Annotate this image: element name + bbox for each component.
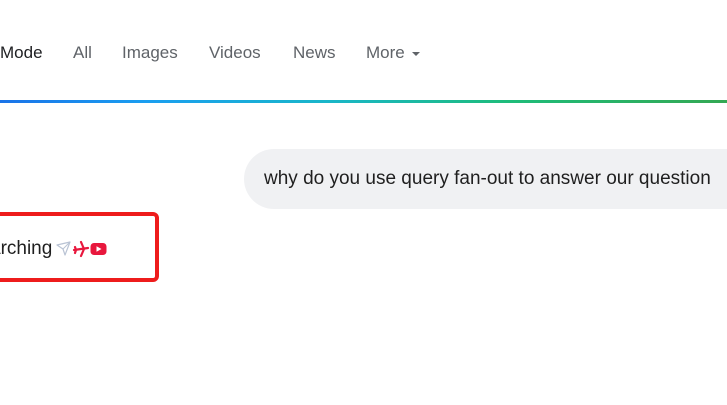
tab-videos[interactable]: Videos — [209, 42, 261, 64]
tab-more[interactable]: More — [366, 42, 420, 64]
airplane-icon — [73, 240, 90, 257]
youtube-icon — [90, 242, 107, 255]
tab-more-label: More — [366, 43, 405, 62]
caret-down-icon — [411, 52, 420, 56]
progress-gradient-divider — [0, 100, 727, 103]
user-query-bubble: why do you use query fan-out to answer o… — [244, 149, 727, 209]
paper-plane-icon — [56, 240, 71, 256]
ai-mode-page: Mode All Images Videos News More why do … — [0, 0, 727, 405]
user-query-text: why do you use query fan-out to answer o… — [264, 168, 711, 189]
search-nav-bar: Mode All Images Videos News More — [0, 0, 727, 100]
searching-status-highlight: arching — [0, 212, 159, 282]
tab-news[interactable]: News — [293, 42, 336, 64]
searching-status-text: arching — [0, 237, 53, 259]
searching-status-icons — [56, 240, 107, 258]
tab-ai-mode[interactable]: Mode — [0, 42, 43, 64]
tab-all[interactable]: All — [73, 42, 92, 64]
tab-images[interactable]: Images — [122, 42, 178, 64]
